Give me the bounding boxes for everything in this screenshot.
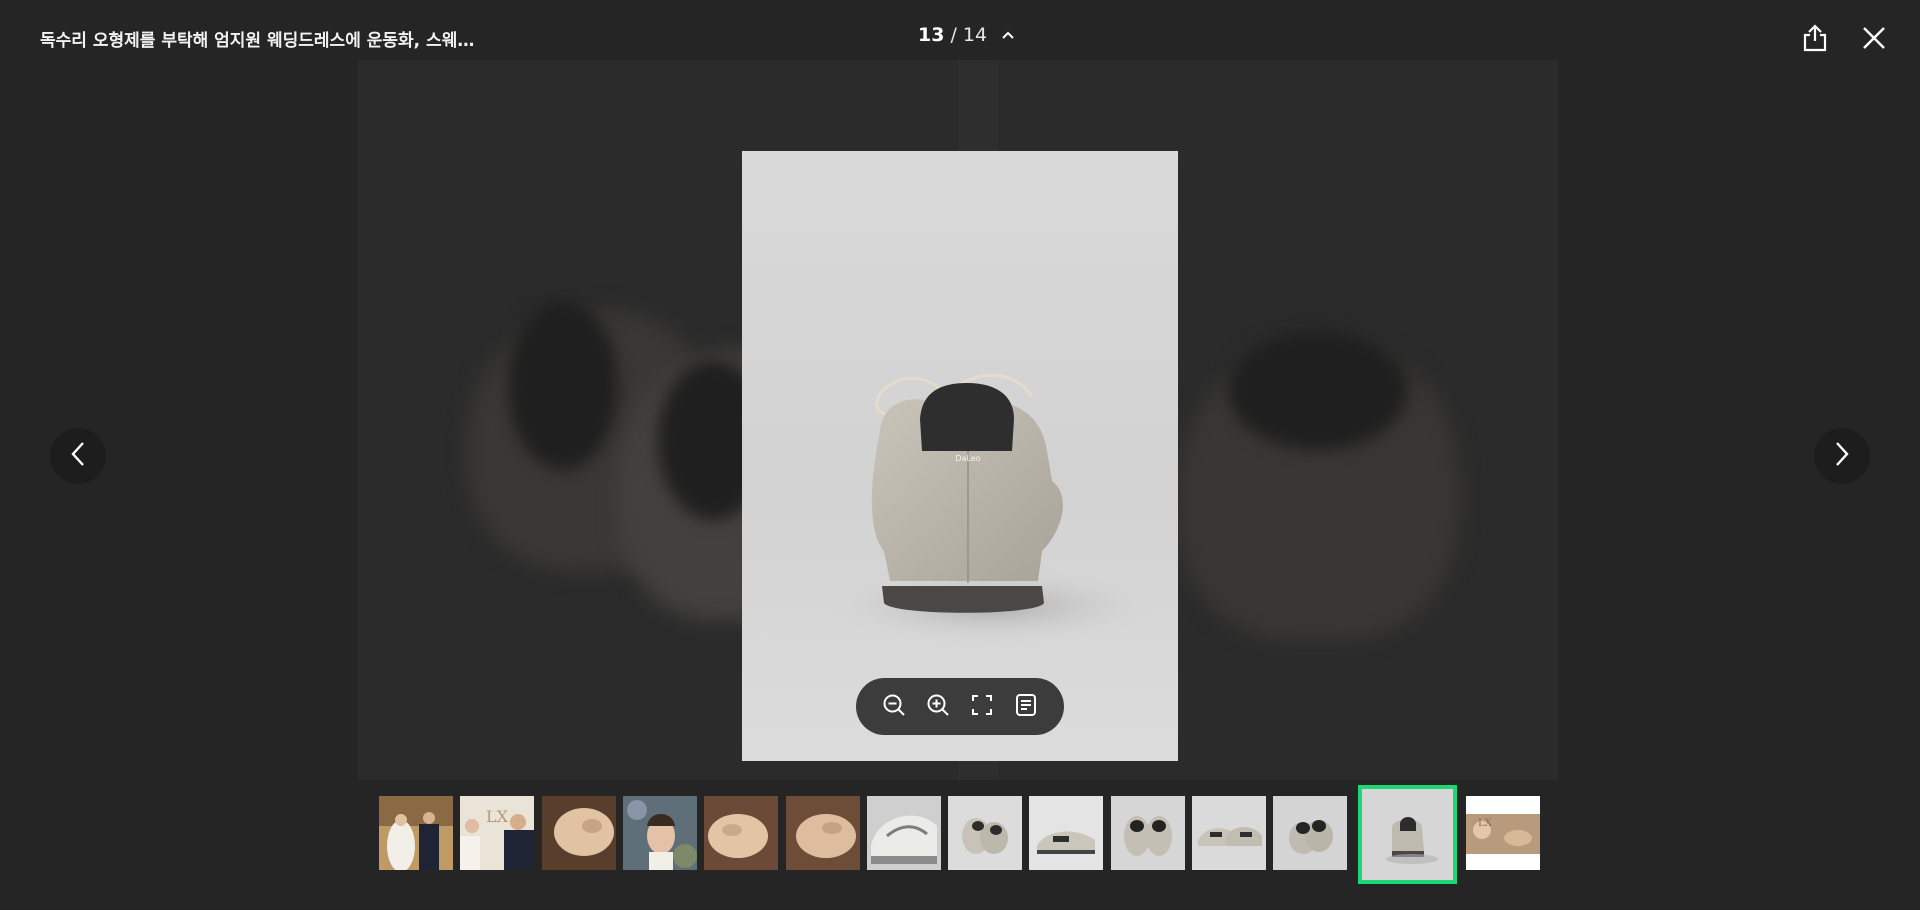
chevron-left-icon xyxy=(69,440,87,472)
svg-text:LX: LX xyxy=(1478,818,1493,829)
close-icon xyxy=(1861,25,1887,55)
zoom-in-icon xyxy=(926,693,950,721)
image-counter: 13 / 14 xyxy=(918,24,1015,46)
thumbnail-9[interactable] xyxy=(1029,796,1103,870)
thumbnail-6[interactable] xyxy=(786,796,860,870)
share-icon xyxy=(1802,23,1828,57)
thumbnail-11[interactable] xyxy=(1192,796,1266,870)
article-title: 독수리 오형제를 부탁해 엄지원 웨딩드레스에 운동화, 스웨… xyxy=(40,31,475,51)
current-index: 13 xyxy=(918,24,945,46)
main-photo: DaLeo xyxy=(742,151,1178,761)
caption-icon xyxy=(1014,693,1038,721)
previous-image-button[interactable] xyxy=(50,428,106,484)
svg-text:DaLeo: DaLeo xyxy=(955,454,980,463)
thumbnail-3[interactable] xyxy=(542,796,616,870)
caption-button[interactable] xyxy=(1013,693,1039,721)
thumbnail-7[interactable] xyxy=(867,796,941,870)
zoom-in-button[interactable] xyxy=(925,694,951,720)
fullscreen-icon xyxy=(970,693,994,721)
thumbnail-8[interactable] xyxy=(948,796,1022,870)
thumbnail-12[interactable] xyxy=(1273,796,1347,870)
zoom-out-button[interactable] xyxy=(881,694,907,720)
thumbnail-5[interactable] xyxy=(704,796,778,870)
svg-text:LX: LX xyxy=(486,807,509,826)
close-button[interactable] xyxy=(1854,20,1894,60)
thumbnail-10[interactable] xyxy=(1111,796,1185,870)
total-count: 14 xyxy=(962,24,988,46)
counter-separator: / xyxy=(950,24,957,46)
fullscreen-button[interactable] xyxy=(969,694,995,720)
thumbnail-2[interactable]: LX xyxy=(460,796,534,870)
thumbnail-1[interactable] xyxy=(379,796,453,870)
zoom-toolbar xyxy=(856,678,1064,735)
chevron-right-icon xyxy=(1833,440,1851,472)
image-viewer: 독수리 오형제를 부탁해 엄지원 웨딩드레스에 운동화, 스웨… 13 / 14 xyxy=(0,0,1920,910)
chevron-up-icon[interactable] xyxy=(1001,30,1015,40)
zoom-out-icon xyxy=(882,693,906,721)
share-button[interactable] xyxy=(1795,20,1835,60)
thumbnail-14[interactable]: LX xyxy=(1466,796,1540,870)
next-image-button[interactable] xyxy=(1814,428,1870,484)
thumbnail-13-active[interactable] xyxy=(1358,785,1457,884)
thumbnail-4[interactable] xyxy=(623,796,697,870)
